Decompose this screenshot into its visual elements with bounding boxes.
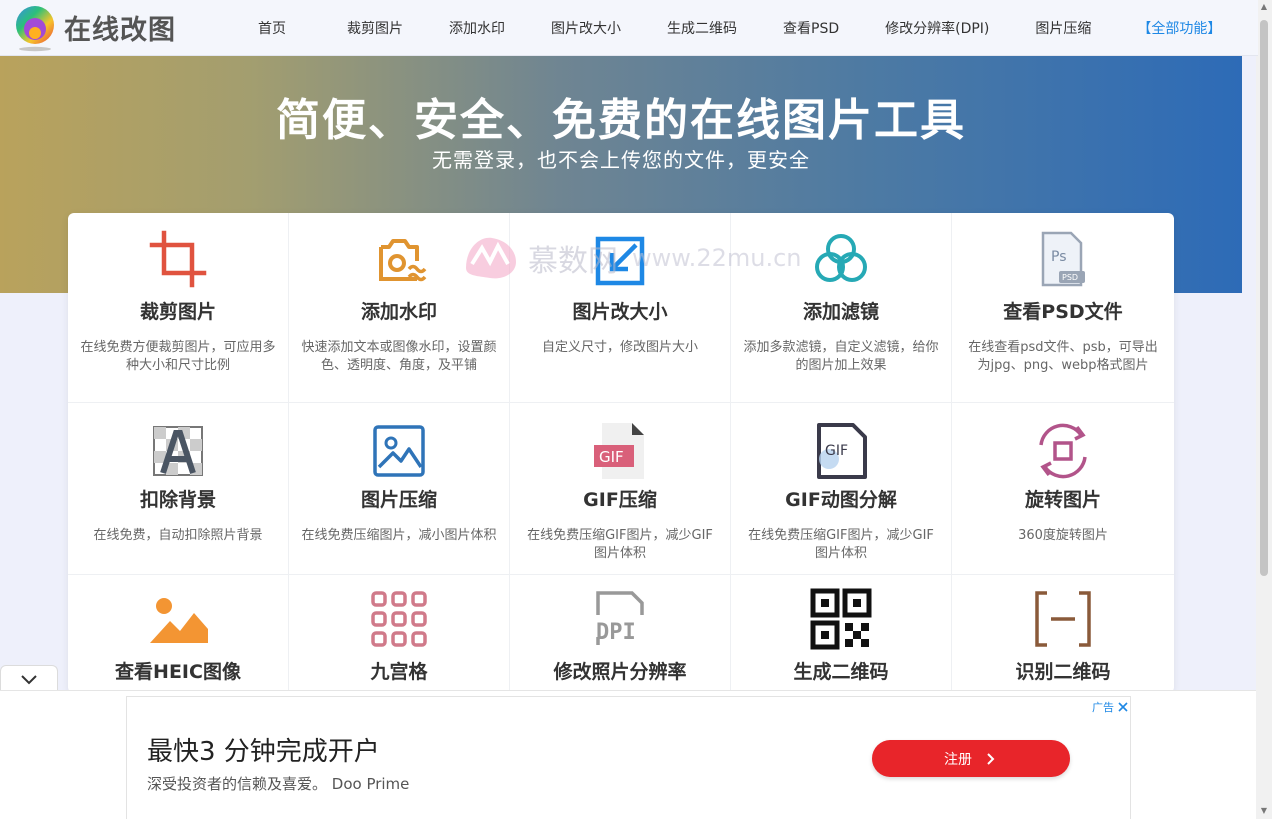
- tool-title: 添加滤镜: [802, 301, 879, 323]
- qrcode-icon: [809, 587, 873, 651]
- dpi-icon: DPI: [588, 587, 652, 651]
- tool-title: GIF动图分解: [785, 489, 897, 511]
- ad-collapse-button[interactable]: [0, 665, 58, 691]
- nav-item-all-features[interactable]: 【全部功能】: [1137, 18, 1221, 38]
- hero-title: 简便、安全、免费的在线图片工具: [276, 95, 966, 146]
- tool-desc: 在线免费方便裁剪图片，可应用多种大小和尺寸比例: [80, 340, 276, 373]
- tool-title: 裁剪图片: [139, 301, 216, 323]
- tool-title: 查看HEIC图像: [115, 661, 241, 683]
- scroll-up-arrow-icon[interactable]: ▲: [1259, 2, 1269, 11]
- close-icon[interactable]: [1118, 702, 1128, 712]
- tool-card-nine-grid[interactable]: 九宫格: [289, 575, 510, 693]
- ad-content[interactable]: 最快3 分钟完成开户 深受投资者的信赖及喜爱。 Doo Prime 注册 广告: [126, 696, 1131, 819]
- ad-register-button[interactable]: 注册: [872, 740, 1070, 777]
- logo-text: 在线改图: [64, 15, 176, 46]
- tool-card-psd[interactable]: Ps PSD 查看PSD文件 在线查看psd文件、psb，可导出为jpg、png、…: [952, 213, 1174, 403]
- site-logo[interactable]: 在线改图: [14, 4, 204, 52]
- ad-badge-label: 广告: [1092, 701, 1114, 714]
- nav-item-crop[interactable]: 裁剪图片: [347, 18, 403, 38]
- hero-subtitle: 无需登录，也不会上传您的文件，更安全: [432, 148, 810, 172]
- tool-card-watermark[interactable]: 添加水印 快速添加文本或图像水印，设置颜色、透明度、角度，及平铺: [289, 213, 510, 403]
- svg-text:GIF: GIF: [599, 448, 624, 466]
- tool-title: 扣除背景: [139, 489, 216, 511]
- chevron-down-icon: [21, 674, 37, 684]
- scrollbar-thumb[interactable]: [1260, 20, 1268, 576]
- tool-card-heic[interactable]: 查看HEIC图像: [68, 575, 289, 693]
- svg-text:GIF: GIF: [825, 443, 848, 459]
- tool-card-image-compress[interactable]: 图片压缩 在线免费压缩图片，减小图片体积: [289, 403, 510, 575]
- remove-bg-icon: [146, 419, 210, 483]
- nav-item-watermark[interactable]: 添加水印: [449, 18, 505, 38]
- tool-card-scan-qrcode[interactable]: 识别二维码: [952, 575, 1174, 693]
- rotate-icon: [1031, 419, 1095, 483]
- ad-banner: 最快3 分钟完成开户 深受投资者的信赖及喜爱。 Doo Prime 注册 广告: [0, 690, 1256, 819]
- tool-desc: 在线免费，自动扣除照片背景: [93, 528, 263, 543]
- logo-icon: [14, 4, 56, 52]
- tool-desc: 在线免费压缩图片，减小图片体积: [301, 528, 497, 543]
- ad-description[interactable]: 深受投资者的信赖及喜爱。 Doo Prime: [147, 773, 409, 794]
- heic-icon: [146, 587, 210, 651]
- tool-title: 识别二维码: [1015, 661, 1111, 683]
- page-scrollbar[interactable]: ▲ ▼: [1256, 0, 1272, 819]
- tool-desc: 添加多款滤镜，自定义滤镜，给你的图片加上效果: [743, 340, 939, 373]
- scroll-down-arrow-icon[interactable]: ▼: [1259, 806, 1269, 815]
- gif-compress-icon: GIF: [588, 419, 652, 483]
- top-navbar: 在线改图 首页 裁剪图片 添加水印 图片改大小 生成二维码 查看PSD 修改分辨…: [0, 0, 1258, 56]
- tool-desc: 360度旋转图片: [1018, 528, 1108, 543]
- tool-card-gif-split[interactable]: GIF GIF动图分解 在线免费压缩GIF图片，减少GIF图片体积: [731, 403, 952, 575]
- grid-nine-icon: [367, 587, 431, 651]
- ad-badge[interactable]: 广告: [1092, 699, 1128, 715]
- tool-title: 添加水印: [360, 301, 437, 323]
- tool-title: 旋转图片: [1024, 489, 1101, 511]
- resize-icon: [588, 227, 652, 291]
- psd-icon: Ps PSD: [1031, 227, 1095, 291]
- tool-card-rotate[interactable]: 旋转图片 360度旋转图片: [952, 403, 1174, 575]
- nav-item-qrcode[interactable]: 生成二维码: [667, 18, 737, 38]
- tool-desc: 在线免费压缩GIF图片，减少GIF图片体积: [527, 528, 713, 561]
- ad-button-label: 注册: [944, 751, 972, 768]
- nav-item-dpi[interactable]: 修改分辨率(DPI): [885, 18, 989, 38]
- tool-title: 修改照片分辨率: [553, 661, 687, 683]
- tool-desc: 快速添加文本或图像水印，设置颜色、透明度、角度，及平铺: [301, 340, 497, 373]
- tool-card-resize[interactable]: 图片改大小 自定义尺寸，修改图片大小: [510, 213, 731, 403]
- filter-icon: [809, 227, 873, 291]
- nav-item-home[interactable]: 首页: [258, 18, 286, 38]
- tool-card-qrcode[interactable]: 生成二维码: [731, 575, 952, 693]
- tool-card-crop[interactable]: 裁剪图片 在线免费方便裁剪图片，可应用多种大小和尺寸比例: [68, 213, 289, 403]
- tool-desc: 在线查看psd文件、psb，可导出为jpg、png、webp格式图片: [968, 340, 1158, 373]
- gif-split-icon: GIF: [809, 419, 873, 483]
- tool-card-dpi[interactable]: DPI 修改照片分辨率: [510, 575, 731, 693]
- chevron-right-icon: [987, 752, 995, 765]
- tool-title: 图片改大小: [572, 301, 668, 323]
- nav-item-resize[interactable]: 图片改大小: [551, 18, 621, 38]
- ad-title[interactable]: 最快3 分钟完成开户: [147, 731, 380, 768]
- main-nav: 首页 裁剪图片 添加水印 图片改大小 生成二维码 查看PSD 修改分辨率(DPI…: [234, 18, 1221, 38]
- scan-qrcode-icon: [1031, 587, 1095, 651]
- crop-icon: [146, 227, 210, 291]
- tool-desc: 自定义尺寸，修改图片大小: [541, 340, 698, 355]
- tool-title: 九宫格: [370, 661, 428, 683]
- tool-card-gif-compress[interactable]: GIF GIF压缩 在线免费压缩GIF图片，减少GIF图片体积: [510, 403, 731, 575]
- tool-title: 图片压缩: [360, 489, 437, 511]
- image-compress-icon: [367, 419, 431, 483]
- watermark-icon: [367, 227, 431, 291]
- tool-title: 生成二维码: [793, 661, 889, 683]
- tool-title: GIF压缩: [583, 489, 657, 511]
- svg-text:PSD: PSD: [1062, 273, 1078, 282]
- nav-item-compress[interactable]: 图片压缩: [1035, 18, 1091, 38]
- tool-card-remove-bg[interactable]: 扣除背景 在线免费，自动扣除照片背景: [68, 403, 289, 575]
- nav-item-psd[interactable]: 查看PSD: [783, 18, 839, 38]
- svg-text:DPI: DPI: [596, 620, 636, 645]
- tool-title: 查看PSD文件: [1003, 301, 1123, 323]
- tools-grid: 裁剪图片 在线免费方便裁剪图片，可应用多种大小和尺寸比例 添加水印 快速添加文本…: [68, 213, 1174, 693]
- svg-text:Ps: Ps: [1051, 249, 1067, 265]
- tool-card-filter[interactable]: 添加滤镜 添加多款滤镜，自定义滤镜，给你的图片加上效果: [731, 213, 952, 403]
- tool-desc: 在线免费压缩GIF图片，减少GIF图片体积: [748, 528, 934, 561]
